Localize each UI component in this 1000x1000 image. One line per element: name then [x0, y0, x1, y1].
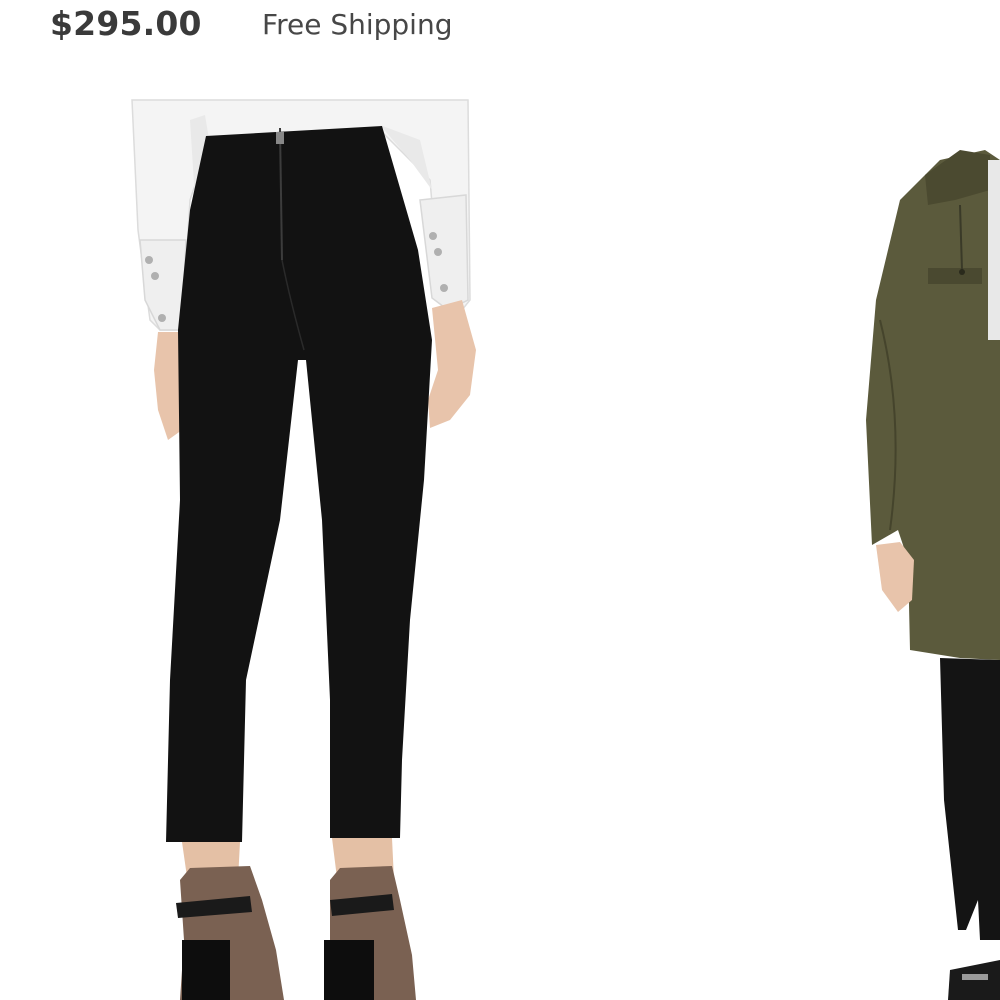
pants-back-view-photo [131, 99, 476, 1000]
product-page: $295.00 Free Shipping [0, 0, 1000, 1000]
price-bar: $295.00 Free Shipping [0, 0, 1000, 60]
shipping-label: Free Shipping [262, 8, 453, 41]
product-price: $295.00 [50, 4, 202, 43]
image-gallery[interactable] [0, 60, 1000, 1000]
product-image-main[interactable] [0, 60, 1000, 1000]
product-image-next[interactable] [855, 60, 1000, 1000]
parka-photo [866, 150, 1000, 1000]
